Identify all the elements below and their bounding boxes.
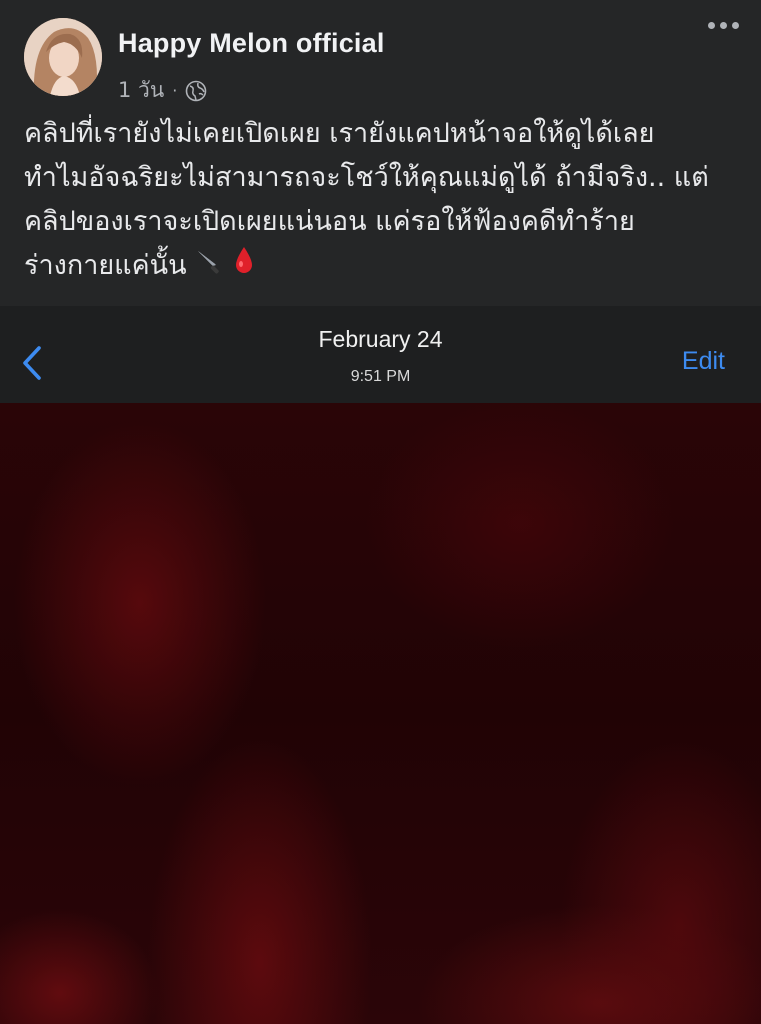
post-text-line: ร่างกายแค่นั้น (24, 250, 187, 281)
photo-viewer-toolbar (0, 306, 761, 403)
edit-button[interactable]: Edit (682, 347, 725, 376)
post-text: คลิปที่เรายังไม่เคยเปิดเผย เรายังแคปหน้า… (24, 112, 739, 289)
post-time[interactable]: 1 วัน (118, 74, 164, 107)
avatar[interactable] (24, 18, 102, 96)
photo-time: 9:51 PM (350, 368, 411, 385)
dark-red-photo[interactable] (0, 403, 761, 1024)
post-text-line: คลิปของเราจะเปิดเผยแน่นอน แค่รอให้ฟ้องคด… (24, 206, 635, 237)
meta-separator: · (172, 81, 178, 100)
globe-icon (185, 80, 207, 102)
post-text-line: คลิปที่เรายังไม่เคยเปิดเผย เรายังแคปหน้า… (24, 118, 655, 149)
drop-of-blood-emoji (232, 245, 256, 289)
photo-date: February 24 (318, 326, 443, 352)
more-dots-icon[interactable] (708, 22, 739, 29)
author-name[interactable]: Happy Melon official (118, 28, 385, 59)
post-meta: 1 วัน · (118, 74, 207, 107)
knife-emoji (195, 245, 223, 289)
avatar-image (24, 18, 102, 96)
post-text-last-line: ร่างกายแค่นั้น (24, 244, 739, 289)
post-text-line: ทำไมอัจฉริยะไม่สามารถจะโชว์ให้คุณแม่ดูได… (24, 162, 709, 193)
